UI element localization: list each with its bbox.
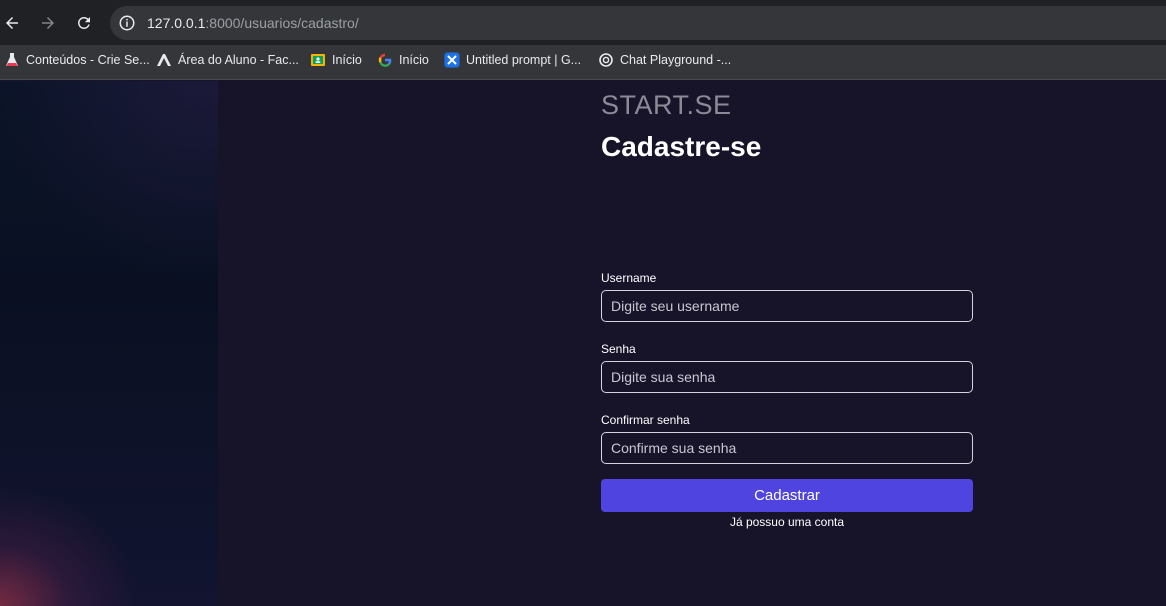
brand-logo-text: START.SE — [601, 90, 732, 120]
bookmark-area-aluno[interactable]: Área do Aluno - Fac... — [156, 45, 299, 75]
forward-button[interactable] — [36, 11, 60, 35]
username-label: Username — [601, 271, 657, 285]
flask-icon — [6, 53, 18, 66]
bookmark-untitled-prompt[interactable]: Untitled prompt | G... — [444, 45, 581, 75]
arrow-left-icon — [6, 17, 18, 29]
bookmarks-bar: Conteúdos - Crie Se... Área do Aluno - F… — [0, 45, 1166, 80]
back-button[interactable] — [0, 11, 24, 35]
bookmark-label: Chat Playground -... — [620, 53, 732, 67]
bookmark-inicio-google[interactable]: Início — [377, 45, 429, 75]
reload-icon — [77, 16, 90, 29]
username-input[interactable] — [601, 290, 973, 322]
bookmark-label: Início — [332, 53, 362, 67]
password-label: Senha — [601, 342, 636, 356]
url-text[interactable]: 127.0.0.1:8000/usuarios/cadastro/ — [147, 6, 359, 40]
arrow-right-icon — [42, 17, 54, 29]
decorative-side-panel — [0, 81, 218, 606]
page-title: Cadastre-se — [601, 131, 762, 162]
bookmark-inicio-classroom[interactable]: Início — [310, 45, 362, 75]
page-content — [0, 81, 1166, 606]
classroom-icon — [311, 54, 325, 66]
url-host: 127.0.0.1 — [147, 15, 206, 31]
confirm-password-label: Confirmar senha — [601, 413, 690, 427]
ai-studio-icon — [444, 52, 460, 68]
confirm-password-input[interactable] — [601, 432, 973, 464]
bookmark-label: Área do Aluno - Fac... — [178, 53, 299, 67]
password-input[interactable] — [601, 361, 973, 393]
browser-toolbar: 127.0.0.1:8000/usuarios/cadastro/ — [0, 0, 1166, 45]
bookmark-label: Início — [399, 53, 429, 67]
info-icon[interactable] — [118, 14, 136, 32]
bookmark-chat-playground[interactable]: Chat Playground -... — [598, 45, 731, 75]
openai-icon — [599, 53, 613, 67]
bookmark-conteudos[interactable]: Conteúdos - Crie Se... — [4, 45, 150, 75]
register-button[interactable]: Cadastrar — [601, 479, 973, 512]
address-bar[interactable]: 127.0.0.1:8000/usuarios/cadastro/ — [110, 6, 1166, 40]
reload-button[interactable] — [72, 11, 96, 35]
login-link[interactable]: Já possuo uma conta — [601, 515, 973, 529]
url-path: :8000/usuarios/cadastro/ — [205, 15, 359, 31]
bookmark-label: Conteúdos - Crie Se... — [26, 53, 150, 67]
google-icon — [378, 53, 392, 67]
a-logo-icon — [157, 54, 171, 66]
bookmark-label: Untitled prompt | G... — [466, 53, 582, 67]
